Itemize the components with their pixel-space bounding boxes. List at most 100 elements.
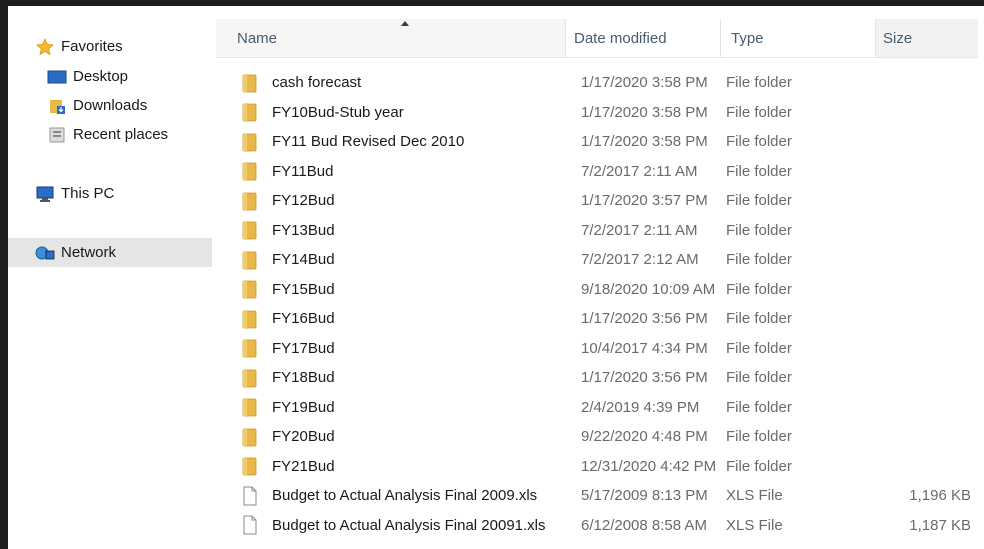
file-name: FY16Bud	[272, 310, 335, 328]
file-date-modified: 1/17/2020 3:57 PM	[581, 192, 708, 210]
folder-icon	[240, 368, 260, 388]
file-name-cell: Budget to Actual Analysis Final 20091.xl…	[216, 515, 566, 535]
file-explorer-window: Favorites Desktop Downloads Recent place…	[8, 6, 984, 549]
file-row[interactable]: cash forecast 1/17/2020 3:58 PM File fol…	[216, 68, 978, 98]
file-row[interactable]: FY11 Bud Revised Dec 2010 1/17/2020 3:58…	[216, 127, 978, 157]
file-date-modified: 6/12/2008 8:58 AM	[581, 516, 707, 534]
downloads-icon	[46, 97, 68, 115]
folder-icon	[240, 161, 260, 181]
nav-recent-places[interactable]: Recent places	[8, 120, 212, 149]
file-name-cell: FY12Bud	[216, 191, 566, 211]
file-size: 1,196 KB	[909, 487, 971, 505]
folder-icon	[240, 73, 260, 93]
file-name: FY14Bud	[272, 251, 335, 269]
file-row[interactable]: FY21Bud 12/31/2020 4:42 PM File folder	[216, 452, 978, 482]
file-list: cash forecast 1/17/2020 3:58 PM File fol…	[216, 68, 978, 540]
folder-icon	[240, 191, 260, 211]
file-name-cell: FY19Bud	[216, 397, 566, 417]
computer-icon	[34, 185, 56, 203]
file-type: File folder	[726, 339, 792, 357]
file-name: FY19Bud	[272, 398, 335, 416]
navigation-pane: Favorites Desktop Downloads Recent place…	[8, 6, 212, 549]
file-row[interactable]: FY18Bud 1/17/2020 3:56 PM File folder	[216, 363, 978, 393]
folder-icon	[240, 132, 260, 152]
file-row[interactable]: FY16Bud 1/17/2020 3:56 PM File folder	[216, 304, 978, 334]
file-name: Budget to Actual Analysis Final 2009.xls	[272, 487, 538, 505]
column-header-name[interactable]: Name	[216, 19, 566, 57]
folder-icon	[240, 397, 260, 417]
file-date-modified: 1/17/2020 3:56 PM	[581, 369, 708, 387]
file-type: File folder	[726, 221, 792, 239]
folder-icon	[240, 102, 260, 122]
file-name: FY11Bud	[272, 162, 334, 180]
file-date-modified: 9/18/2020 10:09 AM	[581, 280, 716, 298]
folder-icon	[240, 220, 260, 240]
file-name-cell: FY21Bud	[216, 456, 566, 476]
file-type: File folder	[726, 192, 792, 210]
file-row[interactable]: FY10Bud-Stub year 1/17/2020 3:58 PM File…	[216, 98, 978, 128]
folder-icon	[240, 250, 260, 270]
file-name: FY12Bud	[272, 192, 335, 210]
nav-desktop[interactable]: Desktop	[8, 62, 212, 91]
file-type: File folder	[726, 74, 792, 92]
nav-this-pc[interactable]: This PC	[8, 179, 212, 208]
column-header-date-modified[interactable]: Date modified	[566, 19, 721, 57]
file-row[interactable]: FY19Bud 2/4/2019 4:39 PM File folder	[216, 393, 978, 423]
file-name-cell: FY16Bud	[216, 309, 566, 329]
file-name: FY20Bud	[272, 428, 335, 446]
nav-network[interactable]: Network	[8, 238, 212, 267]
file-name-cell: FY10Bud-Stub year	[216, 102, 566, 122]
file-date-modified: 7/2/2017 2:12 AM	[581, 251, 699, 269]
nav-favorites-label: Favorites	[61, 38, 123, 55]
star-icon	[34, 37, 56, 56]
file-name-cell: FY13Bud	[216, 220, 566, 240]
file-name-cell: FY20Bud	[216, 427, 566, 447]
file-type: File folder	[726, 369, 792, 387]
file-name-cell: cash forecast	[216, 73, 566, 93]
column-header-name-label: Name	[237, 29, 278, 47]
sort-ascending-icon	[401, 21, 409, 26]
column-header-date-label: Date modified	[574, 29, 667, 47]
file-name: FY21Bud	[272, 457, 335, 475]
nav-desktop-label: Desktop	[73, 68, 129, 85]
file-name: FY17Bud	[272, 339, 335, 357]
file-type: File folder	[726, 133, 792, 151]
file-row[interactable]: FY15Bud 9/18/2020 10:09 AM File folder	[216, 275, 978, 305]
folder-icon	[240, 279, 260, 299]
nav-this-pc-label: This PC	[61, 185, 115, 202]
file-icon	[240, 486, 260, 506]
file-row[interactable]: FY14Bud 7/2/2017 2:12 AM File folder	[216, 245, 978, 275]
column-header-size[interactable]: Size	[876, 19, 978, 57]
file-date-modified: 9/22/2020 4:48 PM	[581, 428, 708, 446]
file-row[interactable]: FY12Bud 1/17/2020 3:57 PM File folder	[216, 186, 978, 216]
file-row[interactable]: FY11Bud 7/2/2017 2:11 AM File folder	[216, 157, 978, 187]
file-type: File folder	[726, 103, 792, 121]
file-name: FY18Bud	[272, 369, 335, 387]
recent-places-icon	[46, 126, 68, 144]
file-name-cell: FY15Bud	[216, 279, 566, 299]
file-date-modified: 1/17/2020 3:58 PM	[581, 103, 708, 121]
file-row[interactable]: FY20Bud 9/22/2020 4:48 PM File folder	[216, 422, 978, 452]
file-row[interactable]: Budget to Actual Analysis Final 20091.xl…	[216, 511, 978, 541]
file-name-cell: FY18Bud	[216, 368, 566, 388]
column-header-type[interactable]: Type	[721, 19, 876, 57]
file-date-modified: 1/17/2020 3:56 PM	[581, 310, 708, 328]
nav-favorites[interactable]: Favorites	[8, 32, 212, 61]
network-icon	[34, 244, 56, 262]
file-date-modified: 7/2/2017 2:11 AM	[581, 162, 698, 180]
file-date-modified: 1/17/2020 3:58 PM	[581, 133, 708, 151]
file-row[interactable]: FY13Bud 7/2/2017 2:11 AM File folder	[216, 216, 978, 246]
folder-icon	[240, 338, 260, 358]
nav-downloads-label: Downloads	[73, 97, 148, 114]
file-type: File folder	[726, 280, 792, 298]
file-row[interactable]: FY17Bud 10/4/2017 4:34 PM File folder	[216, 334, 978, 364]
file-name: FY10Bud-Stub year	[272, 103, 404, 121]
file-date-modified: 5/17/2009 8:13 PM	[581, 487, 708, 505]
column-header-type-label: Type	[731, 29, 764, 47]
nav-downloads[interactable]: Downloads	[8, 91, 212, 120]
file-row[interactable]: Budget to Actual Analysis Final 2009.xls…	[216, 481, 978, 511]
file-name-cell: Budget to Actual Analysis Final 2009.xls	[216, 486, 566, 506]
nav-network-label: Network	[61, 244, 117, 261]
file-name-cell: FY11 Bud Revised Dec 2010	[216, 132, 566, 152]
file-type: File folder	[726, 428, 792, 446]
